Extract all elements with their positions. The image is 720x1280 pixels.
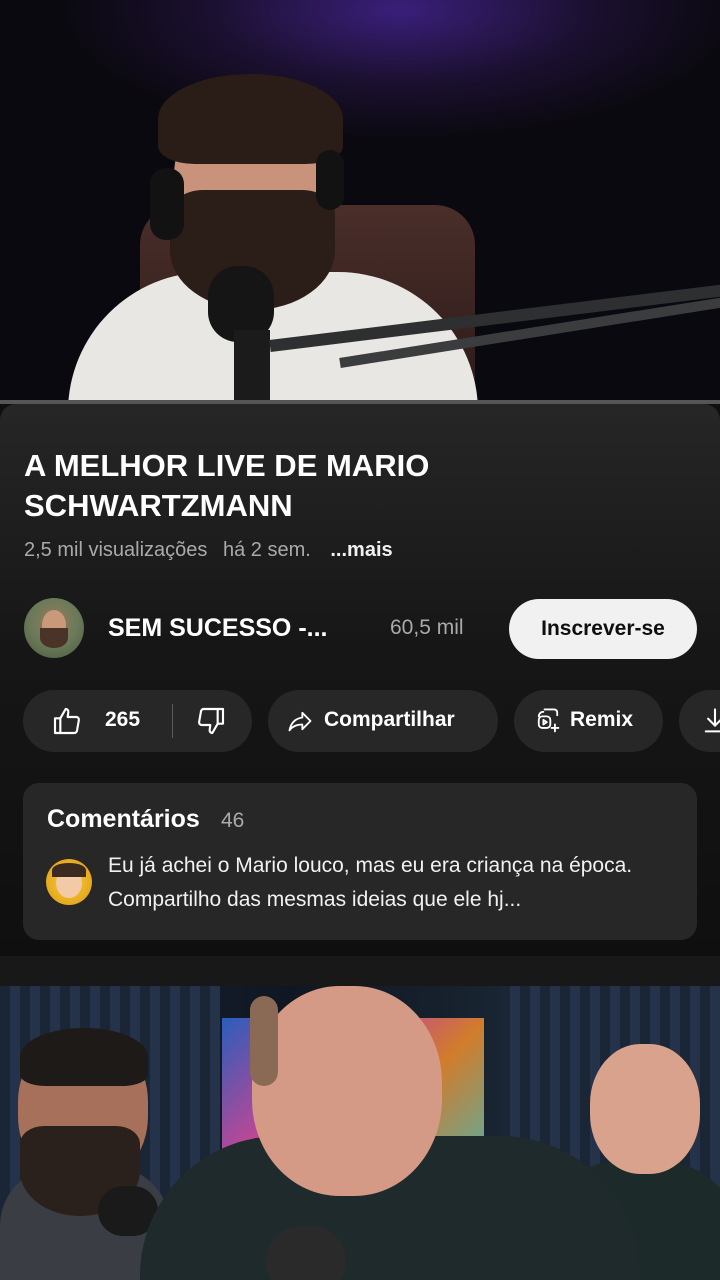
- dislike-icon[interactable]: [195, 705, 227, 737]
- headphone-right: [316, 150, 344, 210]
- host-hair: [158, 74, 343, 164]
- guest-center-hair: [250, 996, 278, 1086]
- video-player[interactable]: [0, 0, 720, 404]
- remix-button[interactable]: Remix: [514, 690, 663, 752]
- download-button[interactable]: [679, 690, 720, 752]
- share-label: Compartilhar: [324, 708, 455, 731]
- comments-card[interactable]: Comentários 46 Eu já achei o Mario louco…: [23, 783, 697, 940]
- like-icon[interactable]: [51, 705, 83, 737]
- remix-icon: [534, 706, 562, 736]
- commenter-hair: [52, 863, 86, 877]
- video-info-sheet: A MELHOR LIVE DE MARIO SCHWARTZMANN 2,5 …: [0, 404, 720, 956]
- guest-left-hair: [20, 1028, 148, 1086]
- channel-avatar[interactable]: [24, 598, 84, 658]
- guest-right-head: [590, 1044, 700, 1174]
- headphone-left: [150, 168, 184, 240]
- avatar-beard: [40, 628, 68, 648]
- like-divider: [172, 704, 173, 738]
- more-button[interactable]: ...mais: [330, 539, 392, 561]
- microphone-stem: [234, 330, 270, 404]
- download-icon: [701, 706, 720, 736]
- share-icon: [286, 707, 314, 735]
- subscribe-button[interactable]: Inscrever-se: [509, 599, 697, 659]
- channel-row: SEM SUCESSO -... 60,5 mil Inscrever-se: [0, 598, 720, 660]
- video-meta[interactable]: 2,5 mil visualizações há 2 sem. ...mais: [24, 539, 403, 562]
- next-video-thumbnail[interactable]: [0, 986, 720, 1280]
- comments-count: 46: [221, 809, 245, 832]
- comments-title: Comentários: [47, 805, 200, 833]
- video-title[interactable]: A MELHOR LIVE DE MARIO SCHWARTZMANN: [24, 446, 584, 526]
- thumbnail-mic-center: [266, 1226, 346, 1280]
- top-comment-text: Eu já achei o Mario louco, mas eu era cr…: [108, 854, 633, 911]
- like-count: 265: [105, 708, 141, 731]
- commenter-avatar: [46, 859, 92, 905]
- subscriber-count: 60,5 mil: [390, 616, 464, 639]
- view-count: 2,5 mil visualizações: [24, 539, 208, 561]
- like-dislike-group: 265: [23, 690, 252, 752]
- guest-center-head: [252, 986, 442, 1196]
- upload-age: há 2 sem.: [222, 539, 311, 561]
- action-bar: 265 Compartilhar Remix: [0, 690, 720, 752]
- remix-label: Remix: [570, 708, 634, 731]
- section-divider: [0, 956, 720, 986]
- share-button[interactable]: Compartilhar: [268, 690, 498, 752]
- channel-name[interactable]: SEM SUCESSO -...: [108, 614, 327, 643]
